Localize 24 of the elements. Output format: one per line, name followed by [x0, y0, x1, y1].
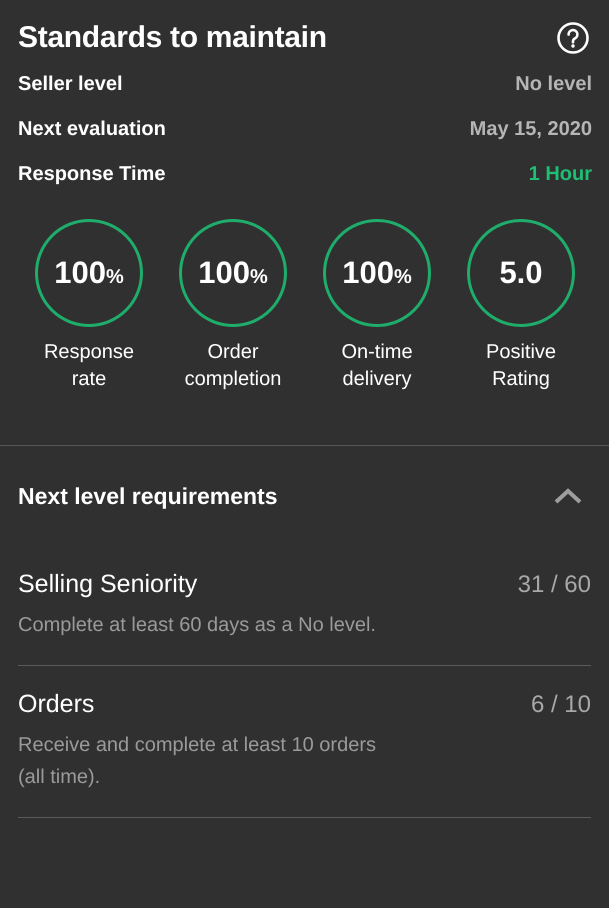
metric-label: Positive Rating: [484, 340, 558, 392]
row-value: May 15, 2020: [470, 118, 592, 141]
metric-value: 100%: [54, 255, 124, 291]
row-label: Response Time: [18, 163, 166, 186]
chevron-up-icon: [553, 487, 583, 505]
row-label: Next evaluation: [18, 118, 166, 141]
row-label: Seller level: [18, 73, 123, 96]
requirement-name: Orders: [18, 690, 94, 719]
help-icon: [556, 21, 590, 55]
row-value: 1 Hour: [528, 163, 592, 186]
metric-value: 5.0: [499, 255, 543, 291]
collapse-button[interactable]: [553, 487, 583, 505]
requirement-description: Receive and complete at least 10 orders (all time).: [18, 733, 377, 790]
row-value: No level: [515, 73, 592, 96]
section-title: Next level requirements: [18, 482, 278, 510]
help-button[interactable]: [556, 21, 590, 55]
metric-value: 100%: [198, 255, 268, 291]
metric-label: On-time delivery: [340, 340, 414, 392]
metric-label: Order completion: [184, 340, 282, 392]
section-title: Standards to maintain: [18, 21, 327, 55]
requirement-name: Selling Seniority: [18, 570, 198, 599]
metric-label: Response rate: [42, 340, 136, 392]
metric-value: 100%: [342, 255, 412, 291]
requirement-description: Complete at least 60 days as a No level.: [18, 613, 377, 638]
